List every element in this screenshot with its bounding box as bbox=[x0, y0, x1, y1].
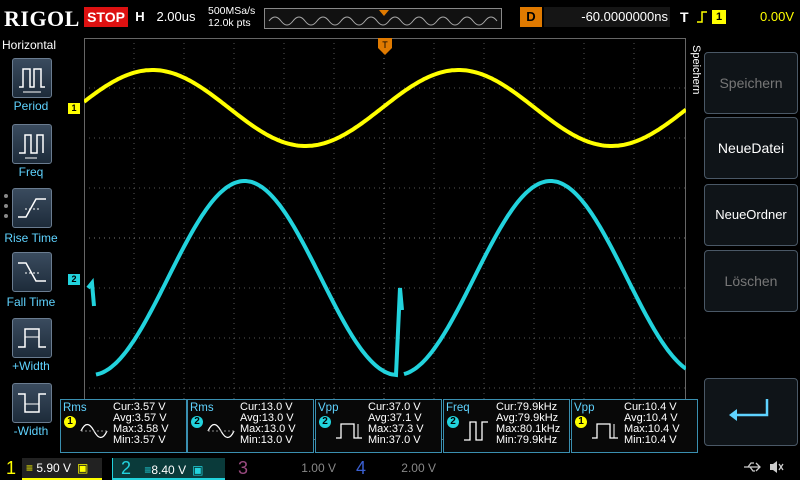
measurement-box[interactable]: Rms 2 Cur:13.0 V Avg:13.0 V Max:13.0 V Min:13… bbox=[187, 399, 314, 453]
measurement-min: Min:37.0 V bbox=[368, 434, 421, 446]
trigger-position-marker bbox=[379, 10, 389, 16]
ch1-scale-value: 5.90 V bbox=[36, 461, 72, 475]
ch3-number[interactable]: 3 bbox=[238, 458, 248, 478]
neue-datei-button[interactable]: NeueDatei bbox=[704, 117, 798, 179]
measurement-values: Cur:3.57 V Avg:3.57 V Max:3.58 V Min:3.57 V bbox=[113, 402, 185, 446]
ch2-status[interactable]: 2 ≡8.40 V ▣ bbox=[112, 458, 225, 480]
page-dots bbox=[4, 194, 8, 218]
waveform-display[interactable] bbox=[84, 38, 686, 440]
rise-time-button[interactable] bbox=[12, 188, 52, 228]
menu-title: Speichern bbox=[690, 45, 702, 95]
ch1-number[interactable]: 1 bbox=[6, 458, 16, 478]
acquisition-info: 500MSa/s 12.0k pts bbox=[208, 5, 255, 29]
timebase-value[interactable]: 2.00us bbox=[150, 7, 202, 27]
ch1-bw-icon: ▣ bbox=[77, 461, 89, 475]
measurement-channel: 1 bbox=[575, 416, 587, 428]
rise-time-icon bbox=[18, 198, 46, 218]
rise-time-label: Rise Time bbox=[4, 231, 58, 245]
horizontal-delay-value[interactable]: -60.0000000ns bbox=[544, 7, 670, 27]
memory-waveform-preview bbox=[268, 10, 498, 26]
ch4-number[interactable]: 4 bbox=[356, 458, 366, 478]
pos-width-button[interactable] bbox=[12, 318, 52, 358]
measurement-name: Rms bbox=[63, 402, 87, 414]
trigger-position-icon: T bbox=[378, 38, 392, 55]
memory-depth: 12.0k pts bbox=[208, 17, 251, 29]
usb-icon bbox=[744, 462, 761, 472]
neue-ordner-button[interactable]: NeueOrdner bbox=[704, 184, 798, 246]
measurement-values: Cur:79.9kHz Avg:79.9kHz Max:80.1kHz Min:79.… bbox=[496, 402, 568, 446]
softkey-menu: Speichern NeueDatei NeueOrdner Löschen bbox=[704, 38, 800, 452]
freq-button[interactable] bbox=[12, 124, 52, 164]
measure-left-panel: Horizontal Period Freq Rise Time Fall Ti… bbox=[0, 38, 62, 452]
fall-time-label: Fall Time bbox=[6, 295, 56, 309]
neg-width-icon bbox=[18, 393, 46, 413]
measurement-box[interactable]: Vpp 2 Cur:37.0 V Avg:37.1 V Max:37.3 V Min:37… bbox=[315, 399, 442, 453]
measurement-min: Min:79.9kHz bbox=[496, 434, 558, 446]
neg-width-label: -Width bbox=[13, 424, 49, 438]
trigger-level[interactable]: 0.00V bbox=[738, 7, 794, 27]
ch1-offset-marker[interactable]: 1 bbox=[68, 103, 80, 114]
measurement-channel: 2 bbox=[191, 416, 203, 428]
measurement-values: Cur:13.0 V Avg:13.0 V Max:13.0 V Min:13.0 V bbox=[240, 402, 312, 446]
measurement-name: Rms bbox=[190, 402, 214, 414]
ch2-offset-marker[interactable]: 2 bbox=[68, 274, 80, 285]
freq-icon bbox=[19, 134, 44, 159]
ch2-scale-value: 8.40 V bbox=[151, 463, 187, 477]
svg-text:T: T bbox=[382, 40, 388, 50]
measurement-type-icon bbox=[336, 423, 362, 439]
measurement-channel: 2 bbox=[319, 416, 331, 428]
fall-time-icon bbox=[18, 262, 46, 282]
measurement-name: Vpp bbox=[574, 402, 595, 414]
period-label: Period bbox=[13, 99, 49, 113]
measurement-values: Cur:10.4 V Avg:10.4 V Max:10.4 V Min:10.4 V bbox=[624, 402, 696, 446]
mute-speaker-icon bbox=[770, 461, 784, 473]
measurement-name: Freq bbox=[446, 402, 470, 414]
measurement-min: Min:13.0 V bbox=[240, 434, 293, 446]
enter-icon bbox=[729, 399, 769, 421]
enter-button[interactable] bbox=[704, 378, 798, 446]
ch4-scale[interactable]: 2.00 V bbox=[372, 458, 436, 478]
measurement-type-icon bbox=[592, 423, 618, 439]
measurement-min: Min:3.57 V bbox=[113, 434, 166, 446]
pos-width-icon bbox=[18, 328, 46, 348]
measurement-min: Min:10.4 V bbox=[624, 434, 677, 446]
delay-label: D bbox=[520, 7, 542, 27]
ch1-coupling-icon: ≡ bbox=[26, 461, 37, 475]
grid-border bbox=[84, 38, 686, 440]
trigger-source[interactable]: 1 bbox=[712, 10, 726, 24]
ch1-waveform bbox=[84, 68, 686, 148]
freq-label: Freq bbox=[18, 165, 44, 179]
ch2-waveform bbox=[86, 179, 686, 378]
rising-edge-icon bbox=[697, 11, 707, 23]
run-stop-status[interactable]: STOP bbox=[84, 7, 128, 27]
measurement-channel: 1 bbox=[64, 416, 76, 428]
measurement-box[interactable]: Rms 1 Cur:3.57 V Avg:3.57 V Max:3.58 V Min:3.… bbox=[60, 399, 187, 453]
sample-rate: 500MSa/s bbox=[208, 5, 256, 17]
ch1-scale[interactable]: ≡ 5.90 V ▣ bbox=[22, 458, 102, 480]
fall-time-button[interactable] bbox=[12, 252, 52, 292]
measurement-values: Cur:37.0 V Avg:37.1 V Max:37.3 V Min:37.0 V bbox=[368, 402, 440, 446]
neg-width-button[interactable] bbox=[12, 383, 52, 423]
period-button[interactable] bbox=[12, 58, 52, 98]
left-panel-title: Horizontal bbox=[2, 38, 57, 52]
measurement-type-icon bbox=[207, 423, 235, 439]
measurement-name: Vpp bbox=[318, 402, 339, 414]
ch2-bw-icon: ▣ bbox=[192, 463, 204, 477]
speichern-button[interactable]: Speichern bbox=[704, 52, 798, 114]
ch3-scale[interactable]: 1.00 V bbox=[256, 458, 336, 478]
ch2-number: 2 bbox=[121, 458, 132, 478]
measurement-box[interactable]: Vpp 1 Cur:10.4 V Avg:10.4 V Max:10.4 V Min:10… bbox=[571, 399, 698, 453]
pos-width-label: +Width bbox=[12, 359, 50, 373]
measurement-type-icon bbox=[464, 421, 488, 441]
measurement-type-icon bbox=[80, 423, 108, 439]
period-icon bbox=[19, 68, 45, 93]
measurement-box[interactable]: Freq 2 Cur:79.9kHz Avg:79.9kHz Max:80.1kHz Mi… bbox=[443, 399, 570, 453]
memory-window bbox=[264, 8, 502, 29]
measurement-channel: 2 bbox=[447, 416, 459, 428]
loeschen-button[interactable]: Löschen bbox=[704, 250, 798, 312]
rigol-logo: RIGOL bbox=[4, 6, 80, 31]
horizontal-label: H bbox=[135, 9, 145, 24]
